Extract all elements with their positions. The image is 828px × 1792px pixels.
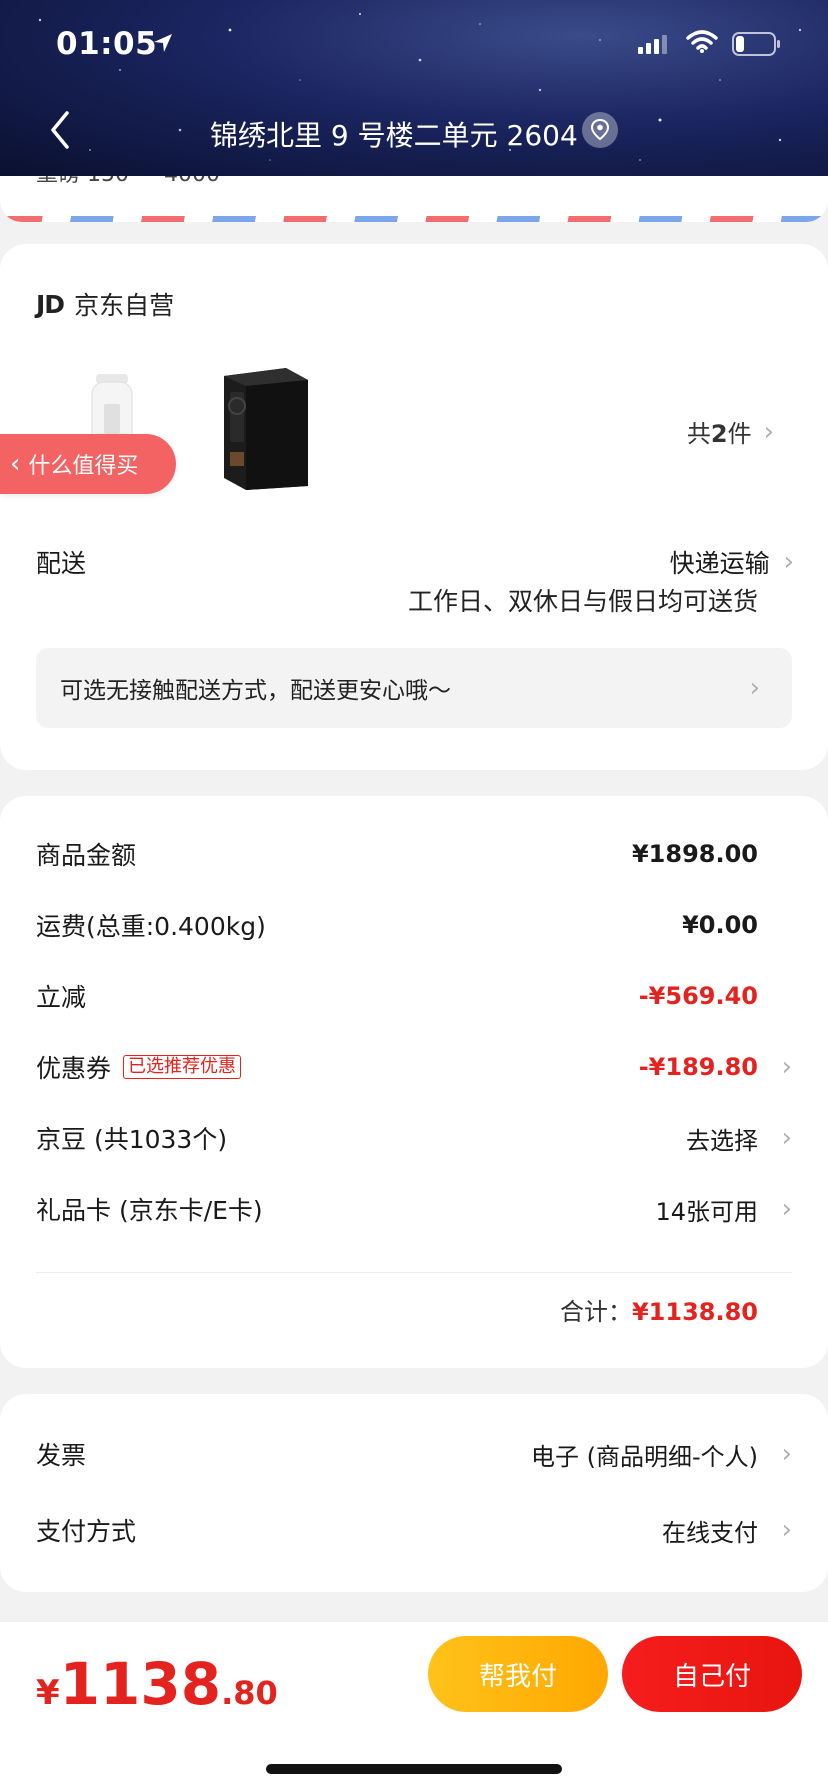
coupon-amount: -¥189.80 <box>638 1053 758 1081</box>
payment-method-row[interactable]: 支付方式 在线支付 › <box>36 1510 792 1550</box>
chevron-right-icon: › <box>781 1194 792 1224</box>
help-me-pay-button[interactable]: 帮我付 <box>428 1636 608 1712</box>
nav-bar: 锦绣北里 9 号楼二单元 2604 <box>0 92 828 176</box>
chevron-right-icon: › <box>781 1439 792 1469</box>
wifi-icon <box>686 30 718 53</box>
floating-tag-label: 什么值得买 <box>28 454 139 479</box>
delivery-label: 配送 <box>36 549 87 578</box>
jd-logo: JD <box>36 289 65 319</box>
chevron-right-icon: › <box>781 1052 792 1082</box>
chevron-right-icon: › <box>749 673 760 703</box>
jd-beans-value: 去选择 <box>686 1126 758 1155</box>
payment-method-value: 在线支付 <box>662 1518 758 1547</box>
total-label: 合计： <box>559 1298 632 1326</box>
header: 01:05 锦绣北里 9 号楼二单元 2604 <box>0 0 828 176</box>
total-row: 合计：¥1138.80 <box>560 1292 758 1327</box>
divider <box>36 1272 792 1273</box>
contactless-text: 可选无接触配送方式，配送更安心哦～ <box>60 678 451 704</box>
coupon-label: 优惠券 <box>36 1054 112 1083</box>
goods-amount: ¥1898.00 <box>631 840 758 868</box>
address-title[interactable]: 锦绣北里 9 号楼二单元 2604 <box>210 114 578 154</box>
chevron-left-icon: ‹ <box>10 449 21 479</box>
total-value: ¥1138.80 <box>631 1298 758 1326</box>
price-row-shipping: 运费(总重:0.400kg) ¥0.00 <box>36 911 758 941</box>
instant-discount: -¥569.40 <box>638 982 758 1010</box>
price-row-goods: 商品金额 ¥1898.00 <box>36 840 758 870</box>
pay-myself-button[interactable]: 自己付 <box>622 1636 802 1712</box>
location-pin-icon <box>590 119 610 141</box>
shop-card: JD 京东自营 共2件 › 配送 快递运输 › 工作日、双休日与假日均可送货 可… <box>0 244 828 770</box>
home-indicator[interactable] <box>266 1764 562 1774</box>
price-summary-card: 商品金额 ¥1898.00 运费(总重:0.400kg) ¥0.00 立减 -¥… <box>0 796 828 1368</box>
price-row-jd-beans[interactable]: 京豆 (共1033个) 去选择 › <box>36 1118 792 1158</box>
location-pin-button[interactable] <box>582 112 618 148</box>
chevron-right-icon: › <box>783 547 794 577</box>
item-count[interactable]: 共2件 › <box>687 414 774 449</box>
back-button[interactable] <box>40 106 80 154</box>
signal-icon <box>638 35 667 54</box>
coupon-badge: 已选推荐优惠 <box>123 1055 242 1079</box>
shop-name-label: 京东自营 <box>74 291 175 320</box>
product-image-purifier[interactable] <box>216 366 312 490</box>
final-price: ¥ 1138 .80 <box>36 1650 278 1718</box>
battery-icon <box>732 32 780 56</box>
chevron-right-icon: › <box>763 416 774 447</box>
location-arrow-icon <box>154 34 172 52</box>
price-row-discount: 立减 -¥569.40 <box>36 982 758 1012</box>
delivery-method[interactable]: 快递运输 › <box>670 544 794 580</box>
item-count-text: 共2件 <box>686 420 752 448</box>
invoice-payment-card: 发票 电子 (商品明细-个人) › 支付方式 在线支付 › <box>0 1394 828 1592</box>
back-chevron-icon <box>51 111 69 149</box>
price-row-gift-card[interactable]: 礼品卡 (京东卡/E卡) 14张可用 › <box>36 1189 792 1229</box>
status-bar: 01:05 <box>0 0 828 92</box>
invoice-row[interactable]: 发票 电子 (商品明细-个人) › <box>36 1434 792 1474</box>
contactless-delivery-option[interactable]: 可选无接触配送方式，配送更安心哦～ › <box>36 648 792 728</box>
chevron-right-icon: › <box>781 1123 792 1153</box>
airmail-border <box>0 216 828 222</box>
invoice-value: 电子 (商品明细-个人) <box>530 1442 758 1471</box>
delivery-note: 工作日、双休日与假日均可送货 <box>407 587 758 616</box>
status-time: 01:05 <box>56 26 158 62</box>
checkout-bar: ¥ 1138 .80 帮我付 自己付 <box>0 1622 828 1792</box>
gift-card-value: 14张可用 <box>655 1197 758 1226</box>
price-row-coupon[interactable]: 优惠券 已选推荐优惠 -¥189.80 › <box>36 1047 792 1087</box>
shipping-fee: ¥0.00 <box>682 911 758 939</box>
chevron-right-icon: › <box>781 1515 792 1545</box>
shop-name: JD 京东自营 <box>36 286 174 322</box>
smzdm-floating-tag[interactable]: ‹ 什么值得买 <box>0 434 176 494</box>
